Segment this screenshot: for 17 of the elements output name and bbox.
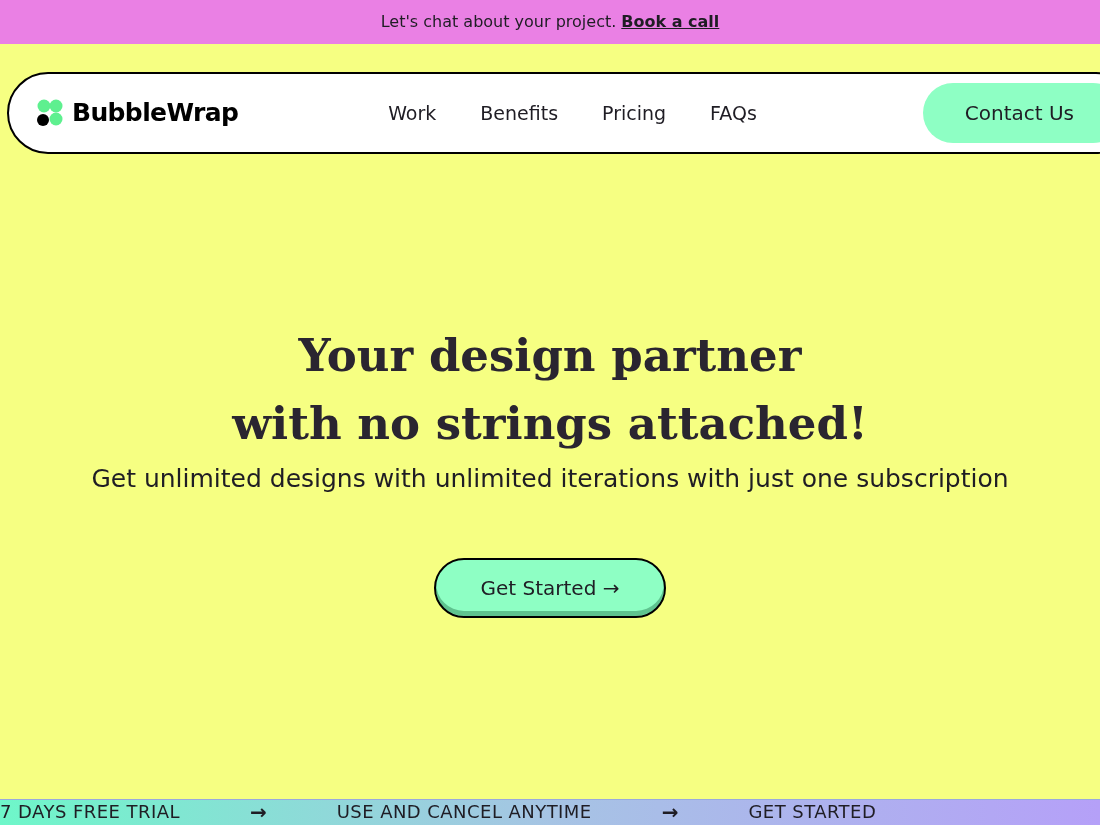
contact-us-button[interactable]: Contact Us [922,83,1100,143]
get-started-button[interactable]: Get Started → [434,557,666,618]
arrow-icon: → [651,800,689,824]
hero-title: Your design partner with no strings attached! [232,328,868,452]
nav-link[interactable]: Work [388,98,437,128]
marquee-text: USE AND CANCEL ANYTIME [336,800,592,824]
arrow-icon: → [239,800,277,824]
nav-link[interactable]: Pricing [602,98,667,128]
logo-icon [36,99,64,127]
brand-name: BubbleWrap [72,97,239,130]
announcement-text: Let's chat about your project. [380,11,617,33]
book-call-link[interactable]: Book a call [621,10,720,34]
marquee-text: 7 DAYS FREE TRIAL [0,800,180,824]
hero-subtitle: Get unlimited designs with unlimited iterations with just one subscription [91,463,1009,495]
nav-link[interactable]: Benefits [480,98,559,128]
marquee-text: GET STARTED [748,800,877,824]
nav-link[interactable]: FAQs [710,98,757,128]
